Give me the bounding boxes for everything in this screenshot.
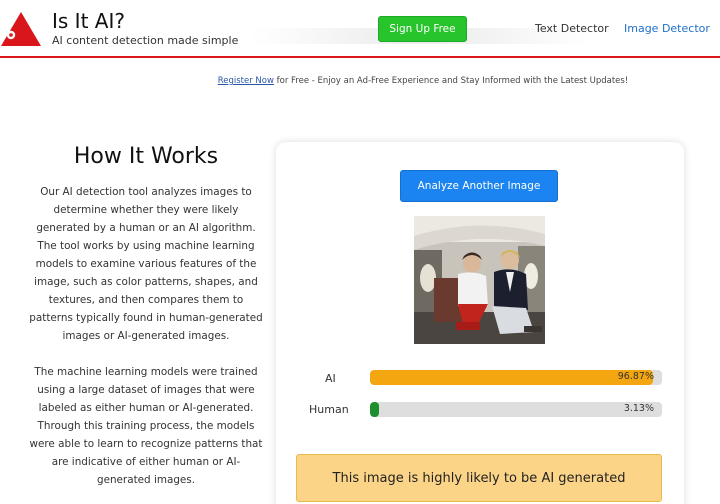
result-card: Analyze Another Image AI 96.87% Human 3.… [276, 142, 684, 504]
ai-progress-fill [370, 370, 653, 385]
register-banner: Register Now for Free - Enjoy an Ad-Free… [0, 76, 720, 86]
ai-label: AI [325, 372, 336, 385]
human-progress-bar: 3.13% [370, 402, 662, 417]
how-it-works-heading: How It Works [73, 144, 219, 169]
sign-up-button[interactable]: Sign Up Free [378, 16, 467, 42]
ai-percent: 96.87% [617, 371, 654, 382]
analyzed-photo [414, 216, 545, 344]
human-progress-fill [370, 402, 380, 417]
verdict-box: This image is highly likely to be AI gen… [296, 454, 662, 502]
human-percent: 3.13% [623, 403, 654, 414]
site-header: Is It AI? AI content detection made simp… [0, 0, 720, 58]
verdict-text: This image is highly likely to be AI gen… [332, 470, 626, 486]
register-now-link[interactable]: Register Now [218, 76, 274, 86]
site-tagline: AI content detection made simple [52, 34, 239, 47]
how-it-works-paragraph-1: Our AI detection tool analyzes images to… [29, 186, 263, 342]
nav-text-detector[interactable]: Text Detector [535, 22, 609, 35]
how-it-works-paragraph-2: The machine learning models were trained… [29, 366, 263, 486]
ai-progress-bar: 96.87% [370, 370, 662, 385]
site-title[interactable]: Is It AI? [52, 9, 125, 33]
banner-text: for Free - Enjoy an Ad-Free Experience a… [273, 76, 629, 86]
analyze-another-image-button[interactable]: Analyze Another Image [400, 170, 558, 202]
nav-image-detector[interactable]: Image Detector [624, 22, 710, 35]
human-label: Human [309, 403, 349, 416]
red-triangle-logo-icon[interactable] [0, 11, 42, 47]
